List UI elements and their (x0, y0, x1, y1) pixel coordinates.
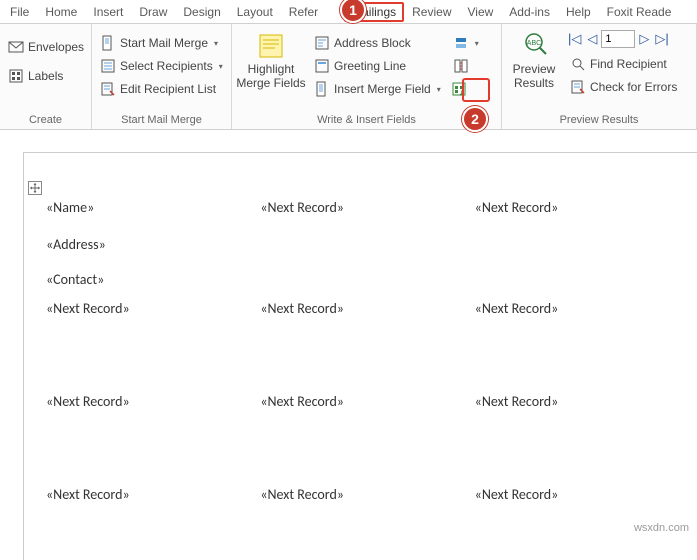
chevron-down-icon: ▾ (437, 85, 441, 94)
document-canvas[interactable]: «Name» «Next Record» «Next Record» «Addr… (23, 152, 697, 560)
record-nav: |◁ ◁ ▷ ▷| (566, 30, 681, 48)
tab-review[interactable]: Review (404, 2, 459, 22)
ribbon-tabs: File Home Insert Draw Design Layout Refe… (0, 0, 697, 24)
abc-icon: ABC (520, 32, 548, 60)
preview-results-label-1: Preview (513, 62, 556, 76)
envelope-icon (8, 39, 24, 55)
address-block-label: Address Block (334, 36, 411, 50)
match-fields-button[interactable] (449, 55, 483, 77)
callout-2-box (462, 78, 490, 102)
merge-field-next-record: «Next Record» (258, 298, 472, 319)
highlight-merge-fields-button[interactable]: Highlight Merge Fields (236, 28, 306, 91)
group-create: Envelopes Labels Create (0, 24, 92, 129)
merge-field-next-record: «Next Record» (258, 197, 472, 218)
tab-file[interactable]: File (2, 2, 37, 22)
merge-table: «Name» «Next Record» «Next Record» «Addr… (44, 197, 687, 505)
ribbon: Envelopes Labels Create Start Mail Merge… (0, 24, 697, 130)
select-recipients-button[interactable]: Select Recipients ▾ (96, 55, 227, 77)
merge-field-next-record: «Next Record» (473, 298, 687, 319)
chevron-down-icon: ▾ (214, 39, 218, 48)
chevron-down-icon: ▾ (475, 39, 479, 48)
merge-field-next-record: «Next Record» (473, 391, 687, 412)
preview-results-label-2: Results (514, 76, 554, 90)
group-start-mail-merge: Start Mail Merge ▾ Select Recipients ▾ E… (92, 24, 232, 129)
group-preview-results-title: Preview Results (506, 112, 692, 129)
insert-field-icon (314, 81, 330, 97)
svg-text:ABC: ABC (527, 40, 541, 47)
find-recipient-button[interactable]: Find Recipient (566, 53, 681, 75)
edit-list-icon (100, 81, 116, 97)
first-record-button[interactable]: |◁ (566, 31, 583, 47)
rules-icon (453, 35, 469, 51)
edit-recipient-list-label: Edit Recipient List (120, 82, 216, 96)
edit-recipient-list-button[interactable]: Edit Recipient List (96, 78, 227, 100)
tab-foxit[interactable]: Foxit Reade (599, 2, 680, 22)
merge-field-name: «Name» (44, 197, 258, 218)
document-icon (100, 35, 116, 51)
select-recipients-label: Select Recipients (120, 59, 213, 73)
search-icon (570, 56, 586, 72)
merge-field-next-record: «Next Record» (258, 484, 472, 505)
check-for-errors-label: Check for Errors (590, 80, 677, 94)
group-create-title: Create (4, 112, 87, 129)
watermark: wsxdn.com (634, 522, 689, 534)
greeting-line-label: Greeting Line (334, 59, 406, 73)
recipients-icon (100, 58, 116, 74)
start-mail-merge-button[interactable]: Start Mail Merge ▾ (96, 32, 227, 54)
labels-label: Labels (28, 69, 63, 83)
next-record-button[interactable]: ▷ (637, 31, 651, 47)
prev-record-button[interactable]: ◁ (585, 31, 599, 47)
merge-field-next-record: «Next Record» (473, 197, 687, 218)
table-move-handle[interactable] (28, 181, 42, 195)
greeting-line-button[interactable]: Greeting Line (310, 55, 445, 77)
tab-home[interactable]: Home (37, 2, 85, 22)
merge-field-address: «Address» (44, 234, 258, 255)
address-block-button[interactable]: Address Block (310, 32, 445, 54)
greeting-line-icon (314, 58, 330, 74)
labels-icon (8, 68, 24, 84)
highlight-label-1: Highlight (248, 62, 295, 76)
start-mail-merge-label: Start Mail Merge (120, 36, 208, 50)
merge-field-next-record: «Next Record» (44, 391, 258, 412)
find-recipient-label: Find Recipient (590, 57, 667, 71)
tab-references[interactable]: Refer (281, 2, 326, 22)
move-icon (30, 183, 40, 193)
preview-results-button[interactable]: ABC Preview Results (506, 28, 562, 91)
rules-button[interactable]: ▾ (449, 32, 483, 54)
merge-field-next-record: «Next Record» (44, 484, 258, 505)
group-write-insert: Highlight Merge Fields Address Block Gre… (232, 24, 502, 129)
chevron-down-icon: ▾ (219, 62, 223, 71)
highlight-label-2: Merge Fields (236, 76, 305, 90)
tab-draw[interactable]: Draw (131, 2, 175, 22)
group-preview-results: ABC Preview Results |◁ ◁ ▷ ▷| Find Recip… (502, 24, 697, 129)
last-record-button[interactable]: ▷| (653, 31, 670, 47)
group-write-insert-title: Write & Insert Fields (236, 112, 497, 129)
group-start-mail-merge-title: Start Mail Merge (96, 112, 227, 129)
insert-merge-field-label: Insert Merge Field (334, 82, 431, 96)
tab-view[interactable]: View (460, 2, 502, 22)
merge-field-contact: «Contact» (44, 269, 258, 290)
callout-2: 2 (462, 106, 488, 132)
insert-merge-field-button[interactable]: Insert Merge Field ▾ (310, 78, 445, 100)
tab-insert[interactable]: Insert (85, 2, 131, 22)
tab-design[interactable]: Design (175, 2, 228, 22)
match-fields-icon (453, 58, 469, 74)
labels-button[interactable]: Labels (4, 65, 88, 87)
merge-field-next-record: «Next Record» (258, 391, 472, 412)
envelopes-label: Envelopes (28, 40, 84, 54)
tab-help[interactable]: Help (558, 2, 599, 22)
address-block-icon (314, 35, 330, 51)
envelopes-button[interactable]: Envelopes (4, 36, 88, 58)
highlight-icon (257, 32, 285, 60)
merge-field-next-record: «Next Record» (44, 298, 258, 319)
check-errors-icon (570, 79, 586, 95)
merge-field-next-record: «Next Record» (473, 484, 687, 505)
tab-addins[interactable]: Add-ins (501, 2, 558, 22)
tab-layout[interactable]: Layout (229, 2, 281, 22)
record-number-input[interactable] (601, 30, 635, 48)
check-for-errors-button[interactable]: Check for Errors (566, 76, 681, 98)
